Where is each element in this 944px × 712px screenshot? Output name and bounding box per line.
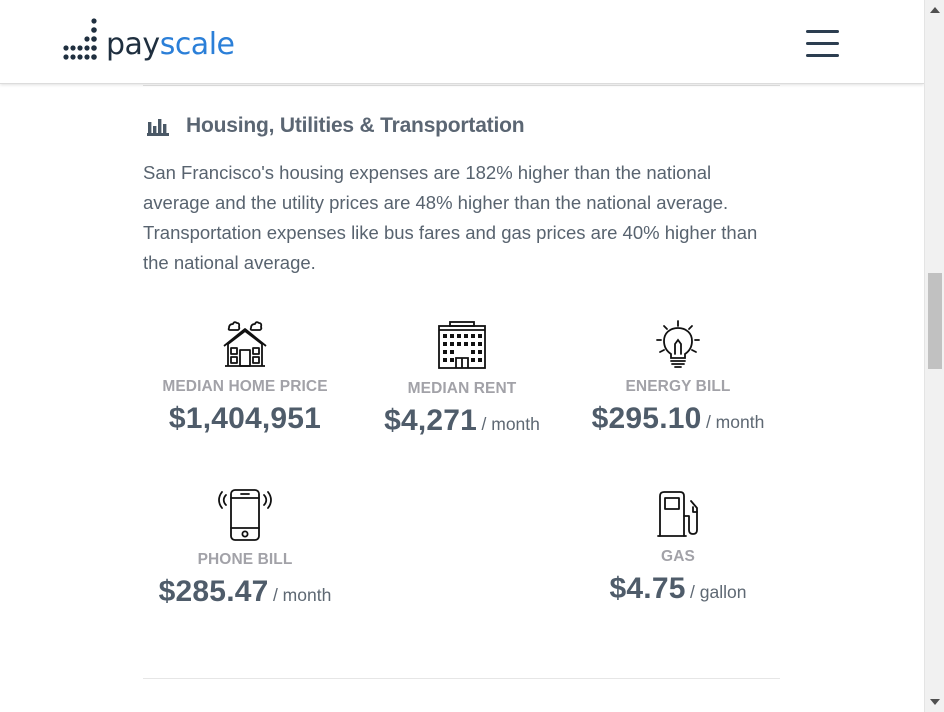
menu-bar-icon	[806, 54, 839, 57]
stat-value-line: $295.10 / month	[580, 402, 776, 436]
stat-label: ENERGY BILL	[625, 378, 731, 395]
stat-value-line: $4,271 / month	[366, 404, 558, 438]
site-header: payscale	[0, 0, 924, 84]
scrollbar-thumb[interactable]	[928, 273, 942, 369]
scroll-up-arrow-icon[interactable]	[930, 7, 940, 13]
stat-median-rent: MEDIAN RENT $4,271 / month	[366, 320, 558, 438]
vertical-scrollbar[interactable]	[924, 0, 944, 712]
stat-value: $4,271	[384, 404, 478, 437]
stat-unit: / month	[705, 412, 765, 432]
stat-phone-bill: PHONE BILL $285.47 / month	[150, 489, 340, 609]
building-icon	[438, 321, 486, 369]
stat-median-home-price: MEDIAN HOME PRICE $1,404,951	[150, 320, 340, 436]
lightbulb-icon	[656, 320, 700, 368]
stat-label: PHONE BILL	[197, 551, 293, 568]
stat-energy-bill: ENERGY BILL $295.10 / month	[580, 320, 776, 436]
section-heading: Housing, Utilities & Transportation	[146, 114, 525, 138]
stat-value: $4.75	[609, 572, 686, 605]
logo-scale-text: scale	[159, 27, 235, 62]
stat-label: MEDIAN RENT	[407, 380, 517, 397]
phone-icon	[218, 489, 272, 541]
section-divider-bottom	[143, 678, 780, 679]
stat-value-line: $285.47 / month	[150, 575, 340, 609]
logo-wordmark: payscale	[106, 30, 235, 60]
house-icon	[223, 321, 267, 367]
stat-unit: / gallon	[690, 582, 747, 602]
stat-value-line: $4.75 / gallon	[580, 572, 776, 606]
page-viewport: payscale Housing, Utilities & Transporta…	[0, 0, 924, 712]
scroll-down-arrow-icon[interactable]	[930, 699, 940, 705]
gas-pump-icon	[657, 491, 698, 537]
stat-unit: / month	[481, 414, 540, 434]
stat-label: GAS	[661, 548, 695, 565]
stat-value-line: $1,404,951	[150, 402, 340, 436]
stat-value: $295.10	[591, 402, 702, 435]
logo-dots-icon	[63, 18, 97, 60]
menu-bar-icon	[806, 30, 839, 33]
menu-bar-icon	[806, 42, 839, 45]
logo-pay-text: pay	[106, 27, 160, 62]
stat-label: MEDIAN HOME PRICE	[162, 378, 328, 395]
bar-chart-icon	[147, 119, 169, 136]
stat-value: $1,404,951	[168, 402, 322, 435]
payscale-logo[interactable]: payscale	[60, 14, 235, 70]
menu-button[interactable]	[806, 30, 840, 60]
section-title: Housing, Utilities & Transportation	[186, 114, 525, 137]
section-divider-top	[143, 85, 780, 86]
stat-gas: GAS $4.75 / gallon	[580, 490, 776, 606]
stat-unit: / month	[272, 585, 332, 605]
stat-value: $285.47	[158, 575, 269, 608]
section-description: San Francisco's housing expenses are 182…	[143, 162, 758, 273]
